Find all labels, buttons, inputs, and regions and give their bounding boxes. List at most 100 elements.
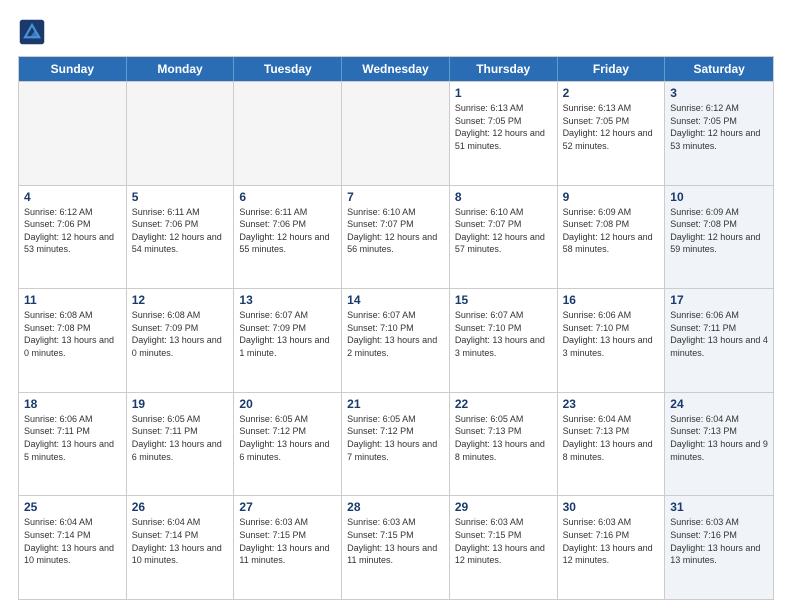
calendar-cell: 4 Sunrise: 6:12 AM Sunset: 7:06 PM Daylig… — [19, 186, 127, 289]
calendar-cell: 6 Sunrise: 6:11 AM Sunset: 7:06 PM Daylig… — [234, 186, 342, 289]
cell-info: Sunrise: 6:07 AM Sunset: 7:10 PM Dayligh… — [347, 309, 444, 359]
calendar-cell: 21Sunrise: 6:05 AM Sunset: 7:12 PM Dayli… — [342, 393, 450, 496]
calendar-cell: 18Sunrise: 6:06 AM Sunset: 7:11 PM Dayli… — [19, 393, 127, 496]
day-number: 15 — [455, 293, 552, 307]
cell-info: Sunrise: 6:03 AM Sunset: 7:16 PM Dayligh… — [563, 516, 660, 566]
weekday-header: Saturday — [665, 57, 773, 81]
calendar-cell: 2Sunrise: 6:13 AM Sunset: 7:05 PM Daylig… — [558, 82, 666, 185]
logo — [18, 18, 50, 46]
calendar-cell: 12 Sunrise: 6:08 AM Sunset: 7:09 PM Dayli… — [127, 289, 235, 392]
day-number: 30 — [563, 500, 660, 514]
cell-info: Sunrise: 6:10 AM Sunset: 7:07 PM Dayligh… — [455, 206, 552, 256]
day-number: 26 — [132, 500, 229, 514]
calendar-cell: 28 Sunrise: 6:03 AM Sunset: 7:15 PM Dayli… — [342, 496, 450, 599]
cell-info: Sunrise: 6:03 AM Sunset: 7:15 PM Dayligh… — [239, 516, 336, 566]
day-number: 17 — [670, 293, 768, 307]
logo-icon — [18, 18, 46, 46]
cell-info: Sunrise: 6:06 AM Sunset: 7:11 PM Dayligh… — [24, 413, 121, 463]
calendar-cell: 17 Sunrise: 6:06 AM Sunset: 7:11 PM Dayli… — [665, 289, 773, 392]
day-number: 1 — [455, 86, 552, 100]
calendar-cell: 23 Sunrise: 6:04 AM Sunset: 7:13 PM Dayli… — [558, 393, 666, 496]
calendar-cell — [342, 82, 450, 185]
calendar-cell: 31Sunrise: 6:03 AM Sunset: 7:16 PM Dayli… — [665, 496, 773, 599]
weekday-header: Friday — [558, 57, 666, 81]
weekday-header: Monday — [127, 57, 235, 81]
calendar-row: 4 Sunrise: 6:12 AM Sunset: 7:06 PM Daylig… — [19, 185, 773, 289]
cell-info: Sunrise: 6:12 AM Sunset: 7:05 PM Dayligh… — [670, 102, 768, 152]
calendar-row: 1 Sunrise: 6:13 AM Sunset: 7:05 PM Daylig… — [19, 81, 773, 185]
day-number: 23 — [563, 397, 660, 411]
calendar-row: 11Sunrise: 6:08 AM Sunset: 7:08 PM Dayli… — [19, 288, 773, 392]
cell-info: Sunrise: 6:06 AM Sunset: 7:10 PM Dayligh… — [563, 309, 660, 359]
day-number: 22 — [455, 397, 552, 411]
weekday-header: Wednesday — [342, 57, 450, 81]
day-number: 14 — [347, 293, 444, 307]
calendar-cell — [127, 82, 235, 185]
cell-info: Sunrise: 6:04 AM Sunset: 7:13 PM Dayligh… — [563, 413, 660, 463]
calendar-cell: 25 Sunrise: 6:04 AM Sunset: 7:14 PM Dayli… — [19, 496, 127, 599]
cell-info: Sunrise: 6:03 AM Sunset: 7:15 PM Dayligh… — [347, 516, 444, 566]
calendar-cell: 29Sunrise: 6:03 AM Sunset: 7:15 PM Dayli… — [450, 496, 558, 599]
calendar-header: SundayMondayTuesdayWednesdayThursdayFrid… — [19, 57, 773, 81]
calendar-cell: 26 Sunrise: 6:04 AM Sunset: 7:14 PM Dayli… — [127, 496, 235, 599]
cell-info: Sunrise: 6:12 AM Sunset: 7:06 PM Dayligh… — [24, 206, 121, 256]
day-number: 27 — [239, 500, 336, 514]
day-number: 19 — [132, 397, 229, 411]
day-number: 12 — [132, 293, 229, 307]
calendar-body: 1 Sunrise: 6:13 AM Sunset: 7:05 PM Daylig… — [19, 81, 773, 599]
day-number: 8 — [455, 190, 552, 204]
page: SundayMondayTuesdayWednesdayThursdayFrid… — [0, 0, 792, 612]
day-number: 7 — [347, 190, 444, 204]
cell-info: Sunrise: 6:05 AM Sunset: 7:13 PM Dayligh… — [455, 413, 552, 463]
cell-info: Sunrise: 6:05 AM Sunset: 7:12 PM Dayligh… — [239, 413, 336, 463]
cell-info: Sunrise: 6:11 AM Sunset: 7:06 PM Dayligh… — [239, 206, 336, 256]
calendar-cell: 15 Sunrise: 6:07 AM Sunset: 7:10 PM Dayli… — [450, 289, 558, 392]
calendar-cell: 9 Sunrise: 6:09 AM Sunset: 7:08 PM Daylig… — [558, 186, 666, 289]
weekday-header: Tuesday — [234, 57, 342, 81]
calendar-cell: 16Sunrise: 6:06 AM Sunset: 7:10 PM Dayli… — [558, 289, 666, 392]
cell-info: Sunrise: 6:09 AM Sunset: 7:08 PM Dayligh… — [563, 206, 660, 256]
cell-info: Sunrise: 6:04 AM Sunset: 7:14 PM Dayligh… — [132, 516, 229, 566]
calendar-cell: 20 Sunrise: 6:05 AM Sunset: 7:12 PM Dayli… — [234, 393, 342, 496]
calendar-cell: 10 Sunrise: 6:09 AM Sunset: 7:08 PM Dayli… — [665, 186, 773, 289]
calendar-cell: 5 Sunrise: 6:11 AM Sunset: 7:06 PM Daylig… — [127, 186, 235, 289]
cell-info: Sunrise: 6:07 AM Sunset: 7:10 PM Dayligh… — [455, 309, 552, 359]
calendar-cell: 8 Sunrise: 6:10 AM Sunset: 7:07 PM Daylig… — [450, 186, 558, 289]
cell-info: Sunrise: 6:07 AM Sunset: 7:09 PM Dayligh… — [239, 309, 336, 359]
day-number: 6 — [239, 190, 336, 204]
calendar-cell: 22 Sunrise: 6:05 AM Sunset: 7:13 PM Dayli… — [450, 393, 558, 496]
day-number: 9 — [563, 190, 660, 204]
calendar: SundayMondayTuesdayWednesdayThursdayFrid… — [18, 56, 774, 600]
day-number: 20 — [239, 397, 336, 411]
calendar-cell — [19, 82, 127, 185]
calendar-cell: 30 Sunrise: 6:03 AM Sunset: 7:16 PM Dayli… — [558, 496, 666, 599]
calendar-row: 25 Sunrise: 6:04 AM Sunset: 7:14 PM Dayli… — [19, 495, 773, 599]
cell-info: Sunrise: 6:13 AM Sunset: 7:05 PM Dayligh… — [455, 102, 552, 152]
day-number: 10 — [670, 190, 768, 204]
calendar-cell: 27 Sunrise: 6:03 AM Sunset: 7:15 PM Dayli… — [234, 496, 342, 599]
calendar-cell: 13Sunrise: 6:07 AM Sunset: 7:09 PM Dayli… — [234, 289, 342, 392]
day-number: 11 — [24, 293, 121, 307]
calendar-cell — [234, 82, 342, 185]
cell-info: Sunrise: 6:04 AM Sunset: 7:14 PM Dayligh… — [24, 516, 121, 566]
header — [18, 18, 774, 46]
day-number: 21 — [347, 397, 444, 411]
calendar-cell: 7Sunrise: 6:10 AM Sunset: 7:07 PM Daylig… — [342, 186, 450, 289]
day-number: 25 — [24, 500, 121, 514]
calendar-cell: 1 Sunrise: 6:13 AM Sunset: 7:05 PM Daylig… — [450, 82, 558, 185]
cell-info: Sunrise: 6:03 AM Sunset: 7:15 PM Dayligh… — [455, 516, 552, 566]
cell-info: Sunrise: 6:05 AM Sunset: 7:11 PM Dayligh… — [132, 413, 229, 463]
cell-info: Sunrise: 6:03 AM Sunset: 7:16 PM Dayligh… — [670, 516, 768, 566]
cell-info: Sunrise: 6:06 AM Sunset: 7:11 PM Dayligh… — [670, 309, 768, 359]
cell-info: Sunrise: 6:08 AM Sunset: 7:09 PM Dayligh… — [132, 309, 229, 359]
day-number: 4 — [24, 190, 121, 204]
calendar-row: 18Sunrise: 6:06 AM Sunset: 7:11 PM Dayli… — [19, 392, 773, 496]
weekday-header: Sunday — [19, 57, 127, 81]
cell-info: Sunrise: 6:04 AM Sunset: 7:13 PM Dayligh… — [670, 413, 768, 463]
cell-info: Sunrise: 6:11 AM Sunset: 7:06 PM Dayligh… — [132, 206, 229, 256]
day-number: 3 — [670, 86, 768, 100]
day-number: 5 — [132, 190, 229, 204]
day-number: 24 — [670, 397, 768, 411]
cell-info: Sunrise: 6:09 AM Sunset: 7:08 PM Dayligh… — [670, 206, 768, 256]
day-number: 28 — [347, 500, 444, 514]
